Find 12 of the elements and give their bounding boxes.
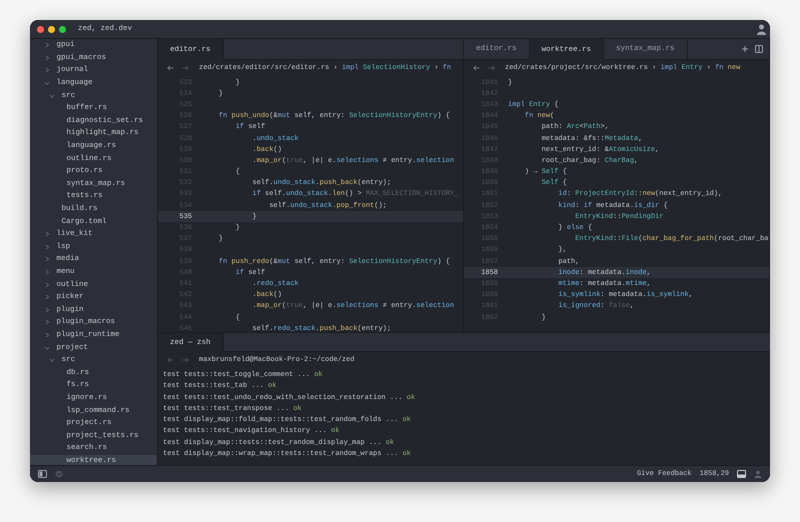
panel-toggle-icon[interactable] (737, 470, 746, 478)
minimize-button[interactable] (48, 26, 55, 32)
check-circle-icon[interactable] (55, 470, 63, 478)
back-arrow-icon[interactable] (167, 65, 174, 71)
back-arrow-icon[interactable] (473, 65, 480, 71)
plus-icon[interactable] (741, 45, 749, 53)
person-icon[interactable] (754, 470, 762, 478)
panel-toggle-icon[interactable] (38, 470, 47, 478)
zoom-button[interactable] (59, 26, 66, 32)
avatar-icon[interactable] (757, 24, 766, 34)
split-pane-icon[interactable] (755, 45, 763, 53)
close-button[interactable] (37, 26, 44, 32)
